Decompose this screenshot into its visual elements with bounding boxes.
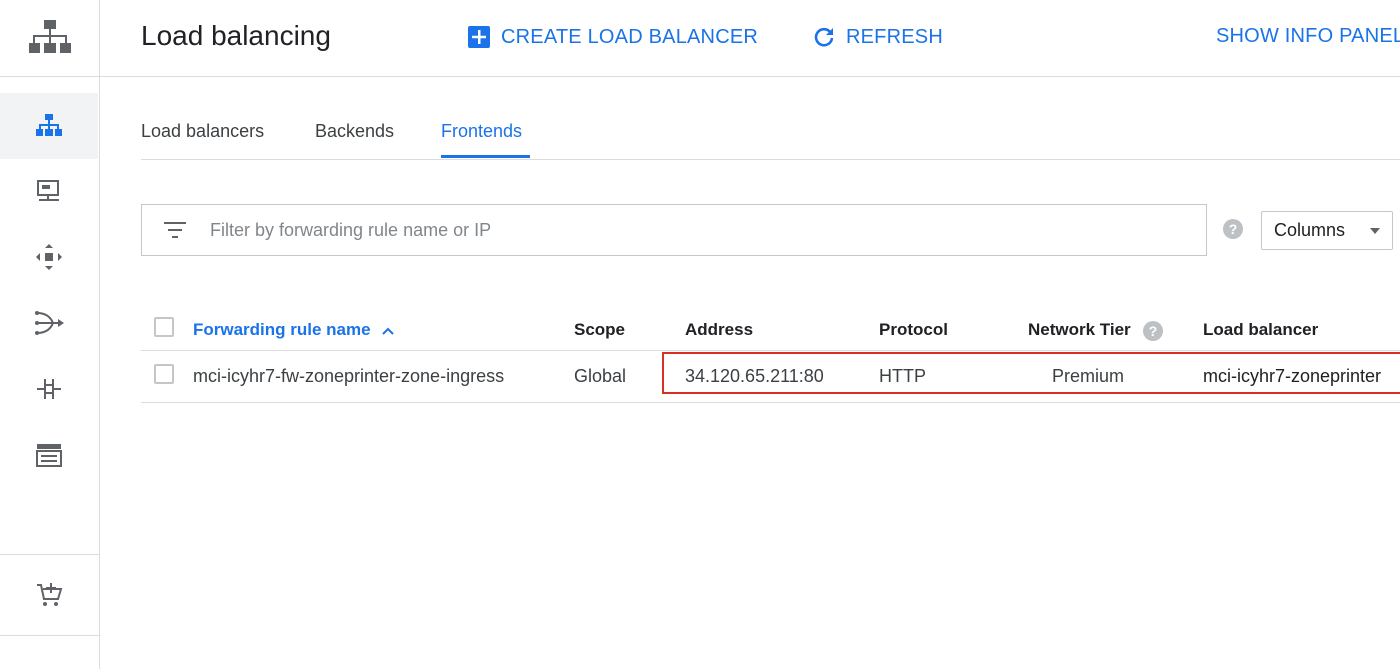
tab-backends[interactable]: Backends [315,121,394,142]
row-checkbox[interactable] [154,364,174,384]
column-header-scope[interactable]: Scope [574,320,625,340]
server-icon [37,180,59,201]
column-header-network-tier[interactable]: Network Tier ? [1028,320,1164,341]
column-header-forwarding-rule-name[interactable]: Forwarding rule name [193,320,395,340]
highlight-box [662,352,1400,394]
create-load-balancer-button[interactable]: CREATE LOAD BALANCER [467,25,758,49]
network-services-icon [29,20,71,53]
add-box-icon [468,26,490,48]
create-load-balancer-label: CREATE LOAD BALANCER [501,25,759,48]
sidebar-divider [0,554,100,555]
tab-load-balancers[interactable]: Load balancers [141,121,264,142]
columns-dropdown[interactable]: Columns [1261,211,1393,250]
interconnect-icon [37,379,61,399]
scope-cell: Global [574,366,627,386]
forwarding-rule-name-cell[interactable]: mci-icyhr7-fw-zoneprinter-zone-ingress [193,366,504,387]
column-header-load-balancer[interactable]: Load balancer [1203,320,1318,340]
tab-frontends[interactable]: Frontends [441,121,522,142]
page-header: Load balancing CREATE LOAD BALANCER REFR… [100,0,1400,77]
sidebar-item-service-directory[interactable] [0,422,98,488]
network-hierarchy-icon [36,114,62,136]
product-logo[interactable] [0,0,100,77]
help-icon[interactable]: ? [1223,219,1243,239]
row-divider [141,402,1400,403]
filter-list-icon [164,222,186,238]
refresh-icon [814,27,834,47]
sort-ascending-icon [382,327,395,335]
sidebar-item-cloud-cdn[interactable] [0,224,98,290]
refresh-label: REFRESH [846,25,943,48]
column-header-address[interactable]: Address [685,320,753,340]
sidebar-item-traffic-director[interactable] [0,356,98,422]
sidebar-item-cloud-nat[interactable] [0,290,98,356]
svg-text:?: ? [1229,221,1238,237]
sidebar-item-cloud-dns[interactable] [0,158,98,224]
svg-text:?: ? [1149,323,1158,339]
help-icon[interactable]: ? [1143,320,1164,341]
show-info-panel-button[interactable]: SHOW INFO PANEL [1216,25,1400,48]
sidebar-item-marketplace[interactable] [0,562,98,628]
tab-bar: Load balancers Backends Frontends [141,107,1400,160]
sidebar-divider [0,635,100,636]
page-title: Load balancing [141,20,331,51]
header-divider [141,350,1400,351]
storage-icon [36,444,62,467]
refresh-button[interactable]: REFRESH [812,25,943,49]
filter-bar [141,204,1207,256]
side-nav [0,0,100,669]
column-header-protocol[interactable]: Protocol [879,320,948,340]
column-header-label: Network Tier [1028,320,1131,339]
filter-input[interactable] [210,219,1110,241]
marketplace-cart-icon [37,583,63,606]
select-all-checkbox[interactable] [154,317,174,337]
show-info-panel-label: SHOW INFO PANEL [1216,25,1400,47]
column-header-label: Forwarding rule name [193,320,371,339]
active-tab-indicator [441,155,530,158]
routing-icon [35,311,64,335]
sidebar-item-load-balancing[interactable] [0,93,98,159]
expand-arrows-icon [36,244,62,270]
columns-label: Columns [1274,220,1346,240]
chevron-down-icon [1370,228,1380,234]
